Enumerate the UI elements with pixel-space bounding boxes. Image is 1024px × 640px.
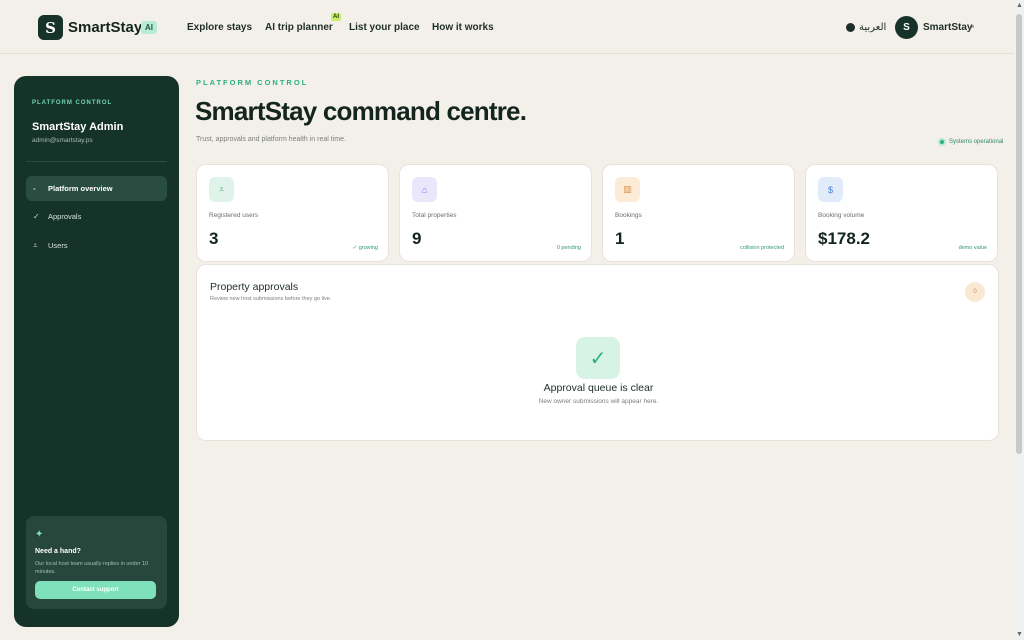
language-switch[interactable]: العربية bbox=[846, 22, 886, 33]
admin-name: SmartStay Admin bbox=[32, 121, 124, 133]
dollar-icon: $ bbox=[818, 177, 843, 202]
stat-label: Registered users bbox=[209, 212, 259, 219]
check-icon: ✓ bbox=[576, 337, 620, 379]
stat-value: 3 bbox=[209, 229, 219, 248]
stat-label: Bookings bbox=[615, 212, 642, 219]
sidebar-item-label: Platform overview bbox=[48, 184, 113, 193]
user-icon: ⩡ bbox=[33, 240, 38, 250]
nav-ai-trip-planner[interactable]: AI trip planner bbox=[265, 22, 333, 33]
approvals-subtitle: Review new host submissions before they … bbox=[210, 296, 332, 302]
sidebar: PLATFORM CONTROL SmartStay Admin admin@s… bbox=[14, 76, 179, 627]
stat-card-total-properties: ⌂ Total properties 9 0 pending bbox=[399, 164, 592, 262]
stat-value: 1 bbox=[615, 229, 625, 248]
status-label: Systems operational bbox=[949, 139, 1004, 145]
stat-card-bookings: ▥ Bookings 1 collision protected bbox=[602, 164, 795, 262]
empty-state-subtitle: New owner submissions will appear here. bbox=[538, 398, 659, 405]
logo-icon[interactable]: S bbox=[38, 15, 63, 40]
approvals-count-badge: 0 bbox=[965, 282, 985, 302]
contact-support-button[interactable]: Contact support bbox=[35, 581, 156, 599]
user-icon: ⩡ bbox=[209, 177, 234, 202]
page-eyebrow: PLATFORM CONTROL bbox=[196, 78, 309, 87]
nav-ai-badge: AI bbox=[331, 13, 341, 21]
scroll-down-icon[interactable]: ▼ bbox=[1016, 631, 1023, 638]
sidebar-eyebrow: PLATFORM CONTROL bbox=[32, 100, 113, 106]
sidebar-divider bbox=[26, 161, 167, 162]
stat-note: ✓ growing bbox=[352, 245, 378, 251]
sidebar-item-label: Users bbox=[48, 241, 68, 250]
language-label: العربية bbox=[859, 22, 887, 33]
sparkle-icon: ✦ bbox=[35, 529, 44, 540]
stat-value: $178.2 bbox=[818, 229, 870, 248]
help-title: Need a hand? bbox=[35, 548, 81, 555]
stat-value: 9 bbox=[412, 229, 422, 248]
page-title: SmartStay command centre. bbox=[195, 96, 527, 126]
page-subtitle: Trust, approvals and platform health in … bbox=[196, 136, 346, 143]
user-name[interactable]: SmartStay bbox=[923, 22, 972, 33]
stat-note: demo value bbox=[958, 245, 987, 251]
status-dot-icon bbox=[938, 138, 946, 146]
page-scrollbar[interactable]: ▲ ▼ bbox=[1014, 0, 1024, 640]
nav-how-it-works[interactable]: How it works bbox=[432, 22, 494, 33]
sidebar-item-users[interactable]: ⩡ Users bbox=[26, 233, 167, 258]
stat-label: Booking volume bbox=[818, 212, 865, 219]
nav-explore-stays[interactable]: Explore stays bbox=[187, 22, 252, 33]
stat-label: Total properties bbox=[412, 212, 457, 219]
globe-icon bbox=[846, 23, 855, 32]
brand-ai-badge: AI bbox=[141, 21, 157, 34]
home-icon: ⌂ bbox=[412, 177, 437, 202]
approvals-title: Property approvals bbox=[210, 281, 299, 293]
edit-icon[interactable]: ↗ bbox=[968, 23, 975, 32]
sidebar-item-platform-overview[interactable]: - Platform overview bbox=[26, 176, 167, 201]
help-text: Our local host team usually replies in u… bbox=[35, 561, 149, 575]
dash-icon: - bbox=[33, 184, 36, 193]
status-badge: Systems operational bbox=[938, 138, 1003, 146]
scrollbar-thumb[interactable] bbox=[1016, 14, 1022, 454]
scroll-up-icon[interactable]: ▲ bbox=[1016, 2, 1023, 9]
stat-card-registered-users: ⩡ Registered users 3 ✓ growing bbox=[196, 164, 389, 262]
help-card: ✦ Need a hand? Our local host team usual… bbox=[26, 516, 167, 609]
nav-list-your-place[interactable]: List your place bbox=[349, 22, 420, 33]
calendar-icon: ▥ bbox=[615, 177, 640, 202]
stat-card-booking-volume: $ Booking volume $178.2 demo value bbox=[805, 164, 998, 262]
sidebar-item-label: Approvals bbox=[48, 212, 82, 221]
avatar[interactable]: S bbox=[895, 16, 918, 39]
stat-note: 0 pending bbox=[556, 245, 581, 251]
empty-state-title: Approval queue is clear bbox=[543, 382, 654, 394]
property-approvals-panel: Property approvals Review new host submi… bbox=[196, 264, 999, 441]
stat-note: collision protected bbox=[739, 245, 784, 251]
brand-name[interactable]: SmartStay bbox=[68, 19, 142, 36]
top-navbar: S SmartStay AI Explore stays AI trip pla… bbox=[0, 0, 1014, 54]
admin-email: admin@smartstay.ps bbox=[32, 137, 93, 144]
sidebar-item-approvals[interactable]: ✓ Approvals bbox=[26, 204, 167, 229]
check-icon: ✓ bbox=[33, 212, 40, 221]
